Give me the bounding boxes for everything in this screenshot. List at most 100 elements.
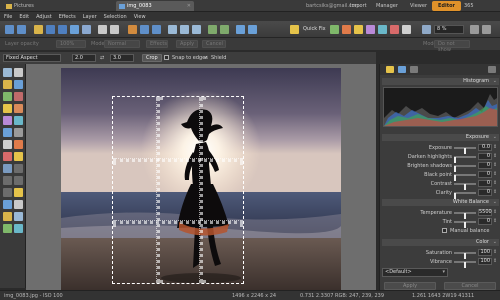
tab-pictures[interactable]: Pictures [3,1,37,11]
manual-balance-checkbox[interactable] [442,228,447,233]
menu-view[interactable]: View [134,14,146,20]
swap-icon[interactable]: ⇄ [100,55,104,61]
pencil-tool-icon[interactable] [14,188,23,197]
effects-icon[interactable] [390,25,399,34]
slider-value-field[interactable]: 0 [478,153,492,160]
layers-tab-icon[interactable] [410,66,418,73]
color-header[interactable]: Color ⌄ [382,239,499,246]
fill-tool-icon[interactable] [3,200,12,209]
frame-tool-icon[interactable] [14,224,23,233]
measure-tool-icon[interactable] [14,212,23,221]
quick-fix-label[interactable]: Quick Fix [303,26,326,32]
clone-tool-icon[interactable] [14,104,23,113]
apply-button[interactable]: Apply [384,282,436,290]
paint-tool-icon[interactable] [14,140,23,149]
info-tab-icon[interactable] [398,66,406,73]
text-tool-icon[interactable] [14,200,23,209]
histogram-header[interactable]: Histogram ⌄ [382,78,499,85]
mode-365[interactable]: 365 [458,1,480,11]
panel-menu-icon[interactable] [488,66,496,73]
forward-icon[interactable] [17,25,26,34]
lasso-tool-icon[interactable] [14,128,23,137]
layer-opacity-field[interactable]: 100% [56,40,86,48]
spinner-icon[interactable]: ⇕ [493,171,497,177]
slider-value-field[interactable]: 0 [478,162,492,169]
spinner-icon[interactable]: ⇕ [493,144,497,150]
rotate-left-icon[interactable] [140,25,149,34]
menu-effects[interactable]: Effects [59,14,76,20]
close-icon[interactable]: ✕ [187,3,191,9]
apply-layer-button[interactable]: Apply [176,40,198,48]
menu-layer[interactable]: Layer [83,14,97,20]
wand-tool-icon[interactable] [3,140,12,149]
zoom-tool-icon[interactable] [3,68,12,77]
red-eye-icon[interactable] [366,25,375,34]
mode-manager[interactable]: Manager [370,1,404,11]
crop-selection[interactable] [112,96,244,284]
spinner-icon[interactable]: ⇕ [493,162,497,168]
dodge-tool-icon[interactable] [14,116,23,125]
slider-track[interactable] [454,221,476,228]
transform-icon[interactable] [208,25,217,34]
cancel-button[interactable]: Cancel [444,282,496,290]
spinner-icon[interactable]: ⇕ [493,258,497,264]
slider-value-field[interactable]: 0 [478,180,492,187]
adjust-tab-icon[interactable] [386,66,394,73]
snap-checkbox[interactable] [164,55,169,60]
redo-icon[interactable] [110,25,119,34]
zoom-icon[interactable] [422,25,431,34]
auto-color-icon[interactable] [354,25,363,34]
red-eye-tool-icon[interactable] [14,92,23,101]
straighten-tool-icon[interactable] [14,80,23,89]
cancel-layer-button[interactable]: Cancel [202,40,226,48]
select-ellipse-icon[interactable] [180,25,189,34]
undo-icon[interactable] [98,25,107,34]
mask-tool-icon[interactable] [3,224,12,233]
mode-editor[interactable]: Editor [432,1,461,11]
slider-track[interactable] [454,183,476,190]
compare-icon[interactable] [248,25,257,34]
flip-icon[interactable] [220,25,229,34]
slider-track[interactable] [454,165,476,172]
slider-track[interactable] [454,156,476,163]
layers-icon[interactable] [128,25,137,34]
picker-tool-icon[interactable] [3,212,12,221]
tab-image[interactable]: img_0083 ✕ [116,1,194,11]
smudge-tool-icon[interactable] [14,164,23,173]
save-as-icon[interactable] [58,25,67,34]
open-folder-icon[interactable] [34,25,43,34]
menu-file[interactable]: File [4,14,12,20]
shape-tool-icon[interactable] [3,176,12,185]
slider-track[interactable] [454,192,476,199]
eraser-tool-icon[interactable] [3,152,12,161]
auto-level-icon[interactable] [330,25,339,34]
mode-viewer[interactable]: Viewer [404,1,433,11]
spinner-icon[interactable]: ⇕ [493,249,497,255]
save-icon[interactable] [46,25,55,34]
canvas-area[interactable] [26,64,376,290]
aspect-select[interactable]: Fixed Aspect [3,54,61,62]
preset-select[interactable]: <Default> ▾ [382,268,448,277]
mask-mode-select[interactable]: Do not show [434,40,470,53]
spinner-icon[interactable]: ⇕ [493,189,497,195]
spinner-icon[interactable]: ⇕ [493,153,497,159]
transform-tool-icon[interactable] [3,92,12,101]
zoom-out-icon[interactable] [482,25,491,34]
blend-mode-select[interactable]: Normal [104,40,140,48]
select-rect-icon[interactable] [168,25,177,34]
slider-track[interactable] [454,174,476,181]
sharpen-icon[interactable] [378,25,387,34]
spinner-icon[interactable]: ⇕ [493,218,497,224]
select-tool-icon[interactable] [3,128,12,137]
slider-value-field[interactable]: 0 [478,171,492,178]
slider-value-field[interactable]: 0 [478,189,492,196]
spinner-icon[interactable]: ⇕ [493,209,497,215]
zoom-in-icon[interactable] [470,25,479,34]
line-tool-icon[interactable] [14,176,23,185]
crop-tool-icon[interactable] [3,80,12,89]
spinner-icon[interactable]: ⇕ [493,180,497,186]
brush-tool-icon[interactable] [3,104,12,113]
quick-fix-icon[interactable] [290,25,299,34]
slider-handle[interactable] [464,262,466,268]
effects-button[interactable]: Effects [146,40,168,48]
